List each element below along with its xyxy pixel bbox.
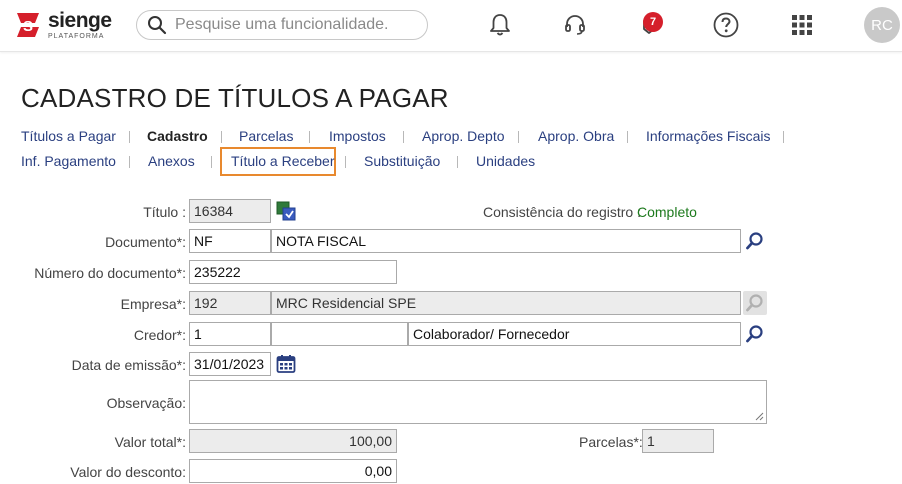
valor-desconto-field[interactable]: 0,00 xyxy=(189,459,397,483)
titulo-label: Título : xyxy=(143,204,186,220)
documento-label: Documento*: xyxy=(105,234,186,250)
page-title: CADASTRO DE TÍTULOS A PAGAR xyxy=(21,83,449,113)
tab-separator xyxy=(518,131,519,143)
numero-documento-label: Número do documento*: xyxy=(34,265,186,281)
bell-icon[interactable] xyxy=(487,12,513,38)
documento-code-field[interactable]: NF xyxy=(189,229,271,253)
consistencia-status: Completo xyxy=(637,204,697,220)
tab-informacoes-fiscais[interactable]: Informações Fiscais xyxy=(646,128,770,144)
observacao-label: Observação: xyxy=(106,395,186,411)
documento-search-icon[interactable] xyxy=(743,229,767,253)
tab-impostos[interactable]: Impostos xyxy=(329,128,386,144)
sienge-logo[interactable]: S sienge PLATAFORMA xyxy=(12,9,112,41)
tab-inf-pagamento[interactable]: Inf. Pagamento xyxy=(21,153,116,169)
empresa-name-field: MRC Residencial SPE xyxy=(271,291,741,315)
brand-name: sienge xyxy=(48,9,112,32)
sienge-logo-icon: S xyxy=(17,13,39,37)
consistencia-label: Consistência do registro : xyxy=(483,204,641,220)
tab-substituicao[interactable]: Substituição xyxy=(364,153,440,169)
tab-unidades[interactable]: Unidades xyxy=(476,153,535,169)
parcelas-label: Parcelas*: xyxy=(579,434,643,450)
valor-total-field: 100,00 xyxy=(189,429,397,453)
apps-grid-icon[interactable] xyxy=(789,12,815,38)
svg-text:S: S xyxy=(23,18,33,35)
tab-titulos-a-pagar[interactable]: Títulos a Pagar xyxy=(21,128,116,144)
resize-handle-icon[interactable] xyxy=(755,412,764,421)
notification-badge: 7 xyxy=(643,12,663,32)
observacao-textarea[interactable] xyxy=(189,380,767,424)
copy-icon[interactable] xyxy=(274,199,298,223)
credor-code-field[interactable]: 1 xyxy=(189,322,271,346)
tab-separator xyxy=(221,131,222,143)
tab-separator xyxy=(211,156,212,168)
tab-separator xyxy=(345,156,346,168)
tab-anexos[interactable]: Anexos xyxy=(148,153,195,169)
search-box[interactable] xyxy=(136,10,428,40)
tab-parcelas[interactable]: Parcelas xyxy=(239,128,293,144)
tab-cadastro[interactable]: Cadastro xyxy=(147,128,208,144)
tab-separator xyxy=(403,131,404,143)
tab-separator xyxy=(309,131,310,143)
search-icon xyxy=(148,16,167,35)
empresa-search-icon xyxy=(743,291,767,315)
numero-documento-field[interactable]: 235222 xyxy=(189,260,397,284)
empresa-code-field: 192 xyxy=(189,291,271,315)
tab-separator xyxy=(627,131,628,143)
credor-label: Credor*: xyxy=(133,327,186,343)
data-emissao-field[interactable]: 31/01/2023 xyxy=(189,352,271,376)
search-input[interactable] xyxy=(175,16,415,34)
top-bar: S sienge PLATAFORMA 7 xyxy=(0,0,902,52)
credor-search-icon[interactable] xyxy=(743,322,767,346)
help-icon[interactable] xyxy=(713,12,739,38)
tab-separator xyxy=(129,156,130,168)
user-avatar[interactable]: RC xyxy=(864,7,900,43)
headset-icon[interactable] xyxy=(562,12,588,38)
brand-subtitle: PLATAFORMA xyxy=(48,33,105,40)
parcelas-field: 1 xyxy=(642,429,714,453)
credor-document-field[interactable] xyxy=(271,322,408,346)
tab-titulo-a-receber[interactable]: Título a Receber xyxy=(231,153,335,169)
valor-total-label: Valor total*: xyxy=(114,434,186,450)
tab-separator xyxy=(457,156,458,168)
tab-aprop-obra[interactable]: Aprop. Obra xyxy=(538,128,614,144)
valor-desconto-label: Valor do desconto: xyxy=(70,464,186,480)
documento-description-field[interactable]: NOTA FISCAL xyxy=(271,229,741,253)
tab-aprop-depto[interactable]: Aprop. Depto xyxy=(422,128,505,144)
tab-separator xyxy=(129,131,130,143)
empresa-label: Empresa*: xyxy=(120,296,186,312)
calendar-icon[interactable] xyxy=(274,352,298,376)
titulo-field: 16384 xyxy=(189,199,271,223)
data-emissao-label: Data de emissão*: xyxy=(71,357,186,373)
credor-name-field[interactable]: Colaborador/ Fornecedor xyxy=(408,322,741,346)
tab-separator xyxy=(783,131,784,143)
